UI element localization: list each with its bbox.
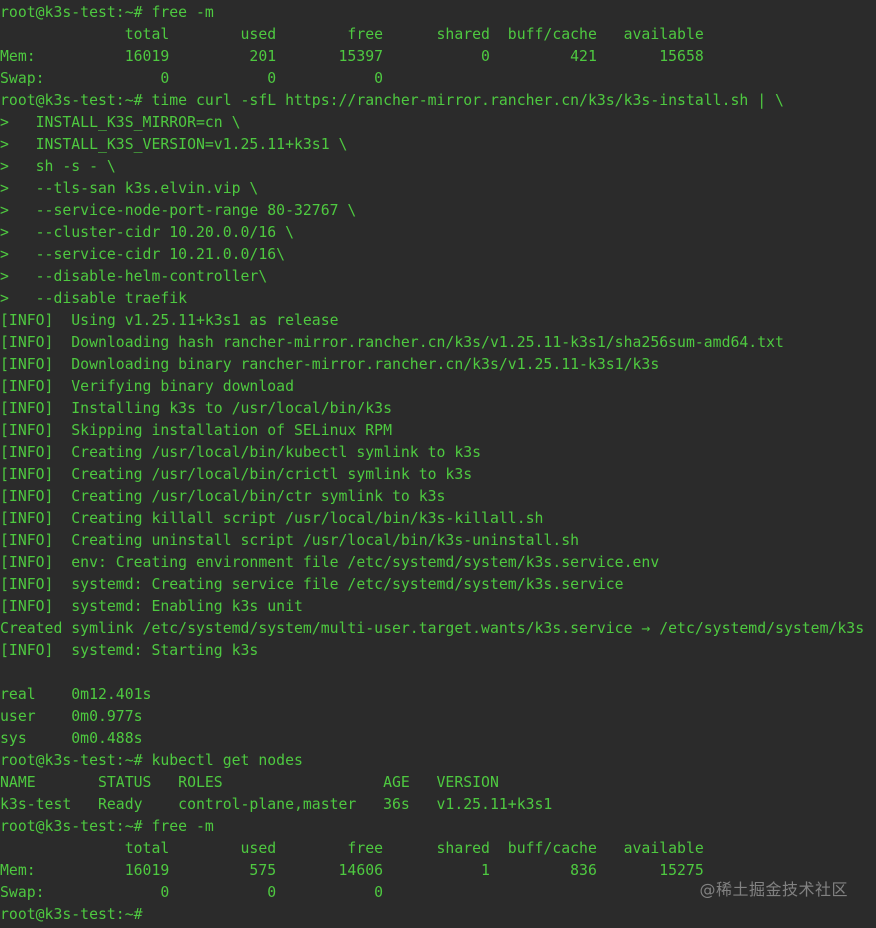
terminal-line: [INFO] Creating /usr/local/bin/kubectl s… xyxy=(0,444,482,461)
terminal-line: [INFO] Downloading binary rancher-mirror… xyxy=(0,356,660,373)
terminal-line: > --service-cidr 10.21.0.0/16\ xyxy=(0,246,286,263)
terminal-line: user 0m0.977s xyxy=(0,708,143,725)
terminal-line: Mem: 16019 201 15397 0 421 15658 xyxy=(0,48,704,65)
terminal-line: [INFO] Creating /usr/local/bin/crictl sy… xyxy=(0,466,473,483)
terminal-line: root@k3s-test:~# free -m xyxy=(0,4,214,21)
terminal-line: sys 0m0.488s xyxy=(0,730,143,747)
watermark: @稀土掘金技术社区 xyxy=(699,880,848,899)
terminal-line: [INFO] Downloading hash rancher-mirror.r… xyxy=(0,334,784,351)
terminal-line: [INFO] Verifying binary download xyxy=(0,378,294,395)
terminal-line: [INFO] Creating /usr/local/bin/ctr symli… xyxy=(0,488,446,505)
terminal-line: [INFO] Creating killall script /usr/loca… xyxy=(0,510,544,527)
terminal-line: [INFO] env: Creating environment file /e… xyxy=(0,554,660,571)
terminal-line: > --tls-san k3s.elvin.vip \ xyxy=(0,180,259,197)
terminal-line: [INFO] Skipping installation of SELinux … xyxy=(0,422,392,439)
terminal-line: NAME STATUS ROLES AGE VERSION xyxy=(0,774,499,791)
terminal-line: > --disable-helm-controller\ xyxy=(0,268,268,285)
terminal-output[interactable]: root@k3s-test:~# free -m total used free… xyxy=(0,2,876,928)
terminal-line: root@k3s-test:~# kubectl get nodes xyxy=(0,752,303,769)
terminal-line: total used free shared buff/cache availa… xyxy=(0,840,704,857)
terminal-line: [INFO] systemd: Creating service file /e… xyxy=(0,576,624,593)
terminal-line: k3s-test Ready control-plane,master 36s … xyxy=(0,796,553,813)
terminal-line: Created symlink /etc/systemd/system/mult… xyxy=(0,620,865,637)
terminal-line: > INSTALL_K3S_VERSION=v1.25.11+k3s1 \ xyxy=(0,136,348,153)
terminal-line: root@k3s-test:~# time curl -sfL https://… xyxy=(0,92,784,109)
terminal-line: real 0m12.401s xyxy=(0,686,152,703)
terminal-line: root@k3s-test:~# xyxy=(0,906,152,923)
terminal-line: [INFO] Creating uninstall script /usr/lo… xyxy=(0,532,580,549)
terminal-line: [INFO] Installing k3s to /usr/local/bin/… xyxy=(0,400,392,417)
terminal-line: total used free shared buff/cache availa… xyxy=(0,26,704,43)
terminal-line: > sh -s - \ xyxy=(0,158,116,175)
terminal-line: [INFO] systemd: Enabling k3s unit xyxy=(0,598,303,615)
terminal-line: Swap: 0 0 0 xyxy=(0,70,384,87)
terminal-line: > --cluster-cidr 10.20.0.0/16 \ xyxy=(0,224,294,241)
terminal-line: > INSTALL_K3S_MIRROR=cn \ xyxy=(0,114,241,131)
terminal-line: root@k3s-test:~# free -m xyxy=(0,818,214,835)
terminal-line: [INFO] Using v1.25.11+k3s1 as release xyxy=(0,312,339,329)
terminal-line: > --disable traefik xyxy=(0,290,188,307)
terminal-line: [INFO] systemd: Starting k3s xyxy=(0,642,259,659)
terminal-line: > --service-node-port-range 80-32767 \ xyxy=(0,202,357,219)
